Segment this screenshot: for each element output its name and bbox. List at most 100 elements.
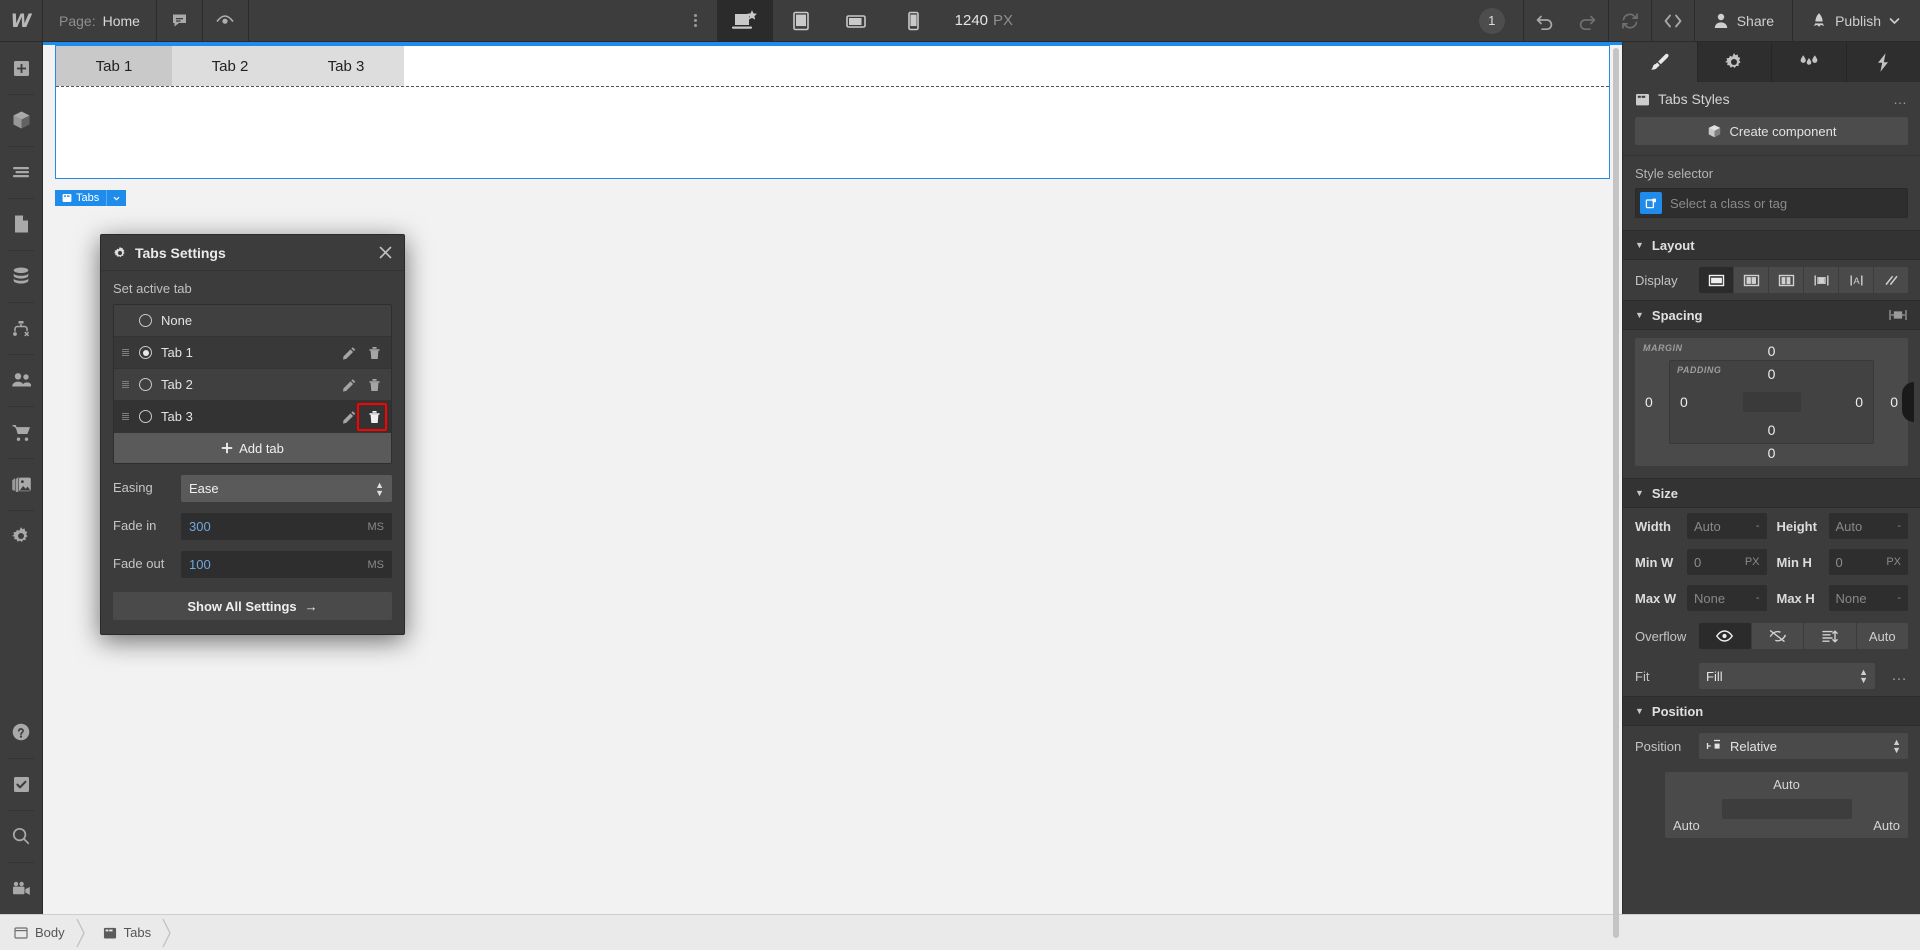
create-component-button[interactable]: Create component bbox=[1635, 117, 1908, 145]
sidebar-item-navigator[interactable] bbox=[0, 146, 42, 198]
display-grid-button[interactable] bbox=[1769, 267, 1804, 293]
tab-option-tab-1[interactable]: Tab 1 bbox=[114, 337, 391, 369]
tabs-settings-popover[interactable]: Tabs Settings Set active tab None Tab 1 … bbox=[100, 234, 405, 635]
tab-option-tab-3[interactable]: Tab 3 bbox=[114, 401, 391, 433]
webflow-logo[interactable]: W bbox=[0, 0, 43, 41]
trash-icon[interactable] bbox=[368, 378, 381, 392]
position-right-input[interactable]: Auto bbox=[1873, 818, 1900, 833]
tab-style-panel[interactable] bbox=[1623, 42, 1698, 82]
comments-button[interactable] bbox=[157, 0, 203, 41]
pencil-icon[interactable] bbox=[342, 346, 356, 360]
mobile-portrait-viewport-button[interactable] bbox=[885, 0, 941, 41]
width-input[interactable]: Auto - bbox=[1687, 513, 1767, 539]
position-top-input[interactable]: Auto bbox=[1773, 777, 1800, 792]
position-left-input[interactable]: Auto bbox=[1673, 818, 1700, 833]
canvas-scrollbar[interactable] bbox=[1612, 48, 1620, 938]
display-block-button[interactable] bbox=[1699, 267, 1734, 293]
sidebar-item-cms[interactable] bbox=[0, 250, 42, 302]
drag-handle-icon[interactable] bbox=[122, 413, 130, 420]
canvas-scrollbar-thumb[interactable] bbox=[1613, 48, 1619, 938]
add-tab-button[interactable]: Add tab bbox=[114, 433, 391, 463]
position-select[interactable]: Relative ▲ ▼ bbox=[1699, 733, 1908, 759]
position-section-header[interactable]: ▼ Position bbox=[1623, 696, 1920, 726]
code-button[interactable] bbox=[1652, 12, 1694, 30]
radio-tab-1[interactable] bbox=[139, 346, 152, 359]
max-h-input[interactable]: None - bbox=[1828, 585, 1908, 611]
sidebar-item-components[interactable] bbox=[0, 94, 42, 146]
sidebar-item-add-elements[interactable] bbox=[0, 42, 42, 94]
breadcrumb-item-tabs[interactable]: Tabs bbox=[89, 915, 161, 950]
close-icon[interactable] bbox=[379, 246, 392, 259]
selection-label-badge[interactable]: Tabs bbox=[55, 190, 127, 206]
padding-bottom-input[interactable]: 0 bbox=[1768, 422, 1776, 438]
margin-right-input[interactable]: 0 bbox=[1890, 394, 1898, 410]
style-selector-input[interactable]: Select a class or tag bbox=[1635, 188, 1908, 218]
padding-top-input[interactable]: 0 bbox=[1768, 366, 1776, 382]
layout-section-header[interactable]: ▼ Layout bbox=[1623, 230, 1920, 260]
radio-tab-3[interactable] bbox=[139, 410, 152, 423]
pencil-icon[interactable] bbox=[342, 378, 356, 392]
sidebar-item-ecommerce[interactable] bbox=[0, 406, 42, 458]
tabs-content-panel[interactable] bbox=[56, 86, 1609, 178]
tab-option-none[interactable]: None bbox=[114, 305, 391, 337]
margin-top-input[interactable]: 0 bbox=[1768, 343, 1776, 359]
sidebar-item-help[interactable] bbox=[0, 706, 42, 758]
canvas-tab-2[interactable]: Tab 2 bbox=[172, 46, 288, 86]
canvas-width-display[interactable]: 1240 PX bbox=[941, 0, 1035, 41]
pencil-icon[interactable] bbox=[342, 410, 356, 424]
viewport-options-button[interactable] bbox=[675, 0, 717, 41]
display-none-button[interactable] bbox=[1874, 267, 1908, 293]
breakpoint-count-button[interactable]: 1 bbox=[1461, 0, 1524, 41]
spacing-options-icon[interactable] bbox=[1888, 308, 1908, 322]
selection-badge-menu[interactable] bbox=[106, 190, 126, 206]
max-w-input[interactable]: None - bbox=[1687, 585, 1767, 611]
tab-option-tab-2[interactable]: Tab 2 bbox=[114, 369, 391, 401]
display-inline-block-button[interactable] bbox=[1804, 267, 1839, 293]
sidebar-item-logic[interactable] bbox=[0, 302, 42, 354]
sync-button[interactable] bbox=[1609, 11, 1651, 31]
sidebar-item-audit[interactable] bbox=[0, 758, 42, 810]
publish-button[interactable]: Publish bbox=[1793, 0, 1920, 41]
display-flex-button[interactable] bbox=[1734, 267, 1769, 293]
min-w-input[interactable]: 0 PX bbox=[1687, 549, 1767, 575]
canvas-tab-1[interactable]: Tab 1 bbox=[56, 46, 172, 86]
redo-button[interactable] bbox=[1566, 0, 1608, 41]
sidebar-item-users[interactable] bbox=[0, 354, 42, 406]
share-button[interactable]: Share bbox=[1695, 0, 1794, 41]
desktop-viewport-button[interactable] bbox=[716, 0, 773, 41]
drag-handle-icon[interactable] bbox=[122, 349, 130, 356]
page-selector[interactable]: Page: Home bbox=[43, 0, 157, 41]
style-options-button[interactable]: … bbox=[1893, 91, 1908, 107]
show-all-settings-button[interactable]: Show All Settings → bbox=[113, 592, 392, 620]
fit-more-options[interactable]: … bbox=[1885, 667, 1908, 685]
overflow-hidden-button[interactable] bbox=[1751, 623, 1804, 649]
sidebar-item-search[interactable] bbox=[0, 810, 42, 862]
sidebar-item-video-tutorials[interactable] bbox=[0, 862, 42, 914]
size-section-header[interactable]: ▼ Size bbox=[1623, 478, 1920, 508]
undo-button[interactable] bbox=[1524, 0, 1566, 41]
canvas-tab-3[interactable]: Tab 3 bbox=[288, 46, 404, 86]
tabs-component[interactable]: Tab 1 Tab 2 Tab 3 bbox=[55, 45, 1610, 179]
overflow-auto-button[interactable]: Auto bbox=[1856, 623, 1908, 649]
tab-settings-panel[interactable] bbox=[1698, 42, 1772, 82]
breadcrumb-item-body[interactable]: Body bbox=[0, 915, 75, 950]
spacing-section-header[interactable]: ▼ Spacing bbox=[1623, 300, 1920, 330]
tab-interactions-panel[interactable] bbox=[1772, 42, 1847, 82]
overflow-visible-button[interactable] bbox=[1699, 623, 1752, 649]
sidebar-item-settings[interactable] bbox=[0, 510, 42, 562]
min-h-input[interactable]: 0 PX bbox=[1828, 549, 1908, 575]
display-inline-button[interactable]: A bbox=[1839, 267, 1874, 293]
preview-button[interactable] bbox=[203, 0, 249, 41]
tab-effects-panel[interactable] bbox=[1847, 42, 1920, 82]
fit-select[interactable]: Fill ▲ ▼ bbox=[1699, 663, 1875, 689]
overflow-scroll-button[interactable] bbox=[1804, 623, 1857, 649]
margin-left-input[interactable]: 0 bbox=[1645, 394, 1653, 410]
easing-select[interactable]: Ease ▲ ▼ bbox=[181, 475, 392, 502]
sidebar-item-assets[interactable] bbox=[0, 458, 42, 510]
radio-none[interactable] bbox=[139, 314, 152, 327]
tablet-viewport-button[interactable] bbox=[773, 0, 829, 41]
padding-left-input[interactable]: 0 bbox=[1680, 394, 1688, 410]
radio-tab-2[interactable] bbox=[139, 378, 152, 391]
canvas-area[interactable]: Tab 1 Tab 2 Tab 3 Tabs Tabs Settings Set… bbox=[43, 42, 1622, 938]
sidebar-item-pages[interactable] bbox=[0, 198, 42, 250]
